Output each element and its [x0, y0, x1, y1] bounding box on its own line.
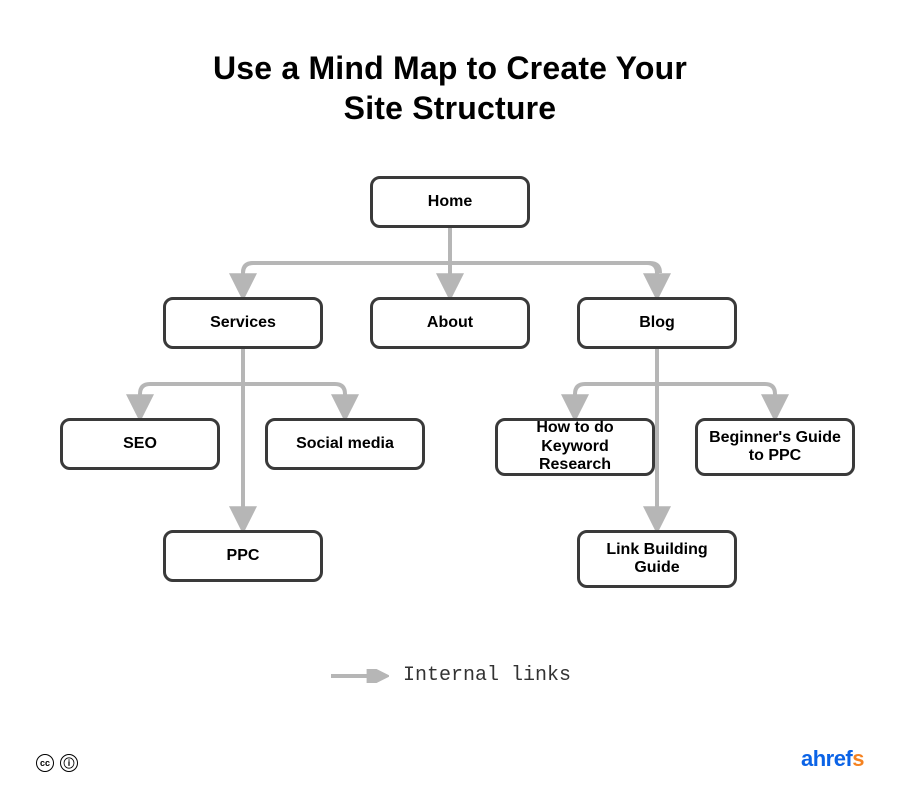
- cc-icon: cc: [36, 754, 54, 772]
- node-seo: SEO: [60, 418, 220, 470]
- legend: Internal links: [0, 664, 900, 687]
- node-beginners-guide-ppc: Beginner's Guide to PPC: [695, 418, 855, 476]
- node-link-building-guide: Link Building Guide: [577, 530, 737, 588]
- node-ppc: PPC: [163, 530, 323, 582]
- node-social-media: Social media: [265, 418, 425, 470]
- node-blog: Blog: [577, 297, 737, 349]
- node-about: About: [370, 297, 530, 349]
- legend-arrow-icon: [329, 669, 389, 683]
- legend-label: Internal links: [403, 664, 571, 687]
- brand-text-accent: s: [852, 746, 864, 771]
- node-home: Home: [370, 176, 530, 228]
- node-services: Services: [163, 297, 323, 349]
- brand-logo: ahrefs: [801, 746, 864, 772]
- brand-text-main: ahref: [801, 746, 852, 771]
- node-howto-keyword-research: How to do Keyword Research: [495, 418, 655, 476]
- page-title: Use a Mind Map to Create YourSite Struct…: [0, 48, 900, 128]
- license-badges: cc ⓘ: [36, 754, 78, 772]
- attribution-icon: ⓘ: [60, 754, 78, 772]
